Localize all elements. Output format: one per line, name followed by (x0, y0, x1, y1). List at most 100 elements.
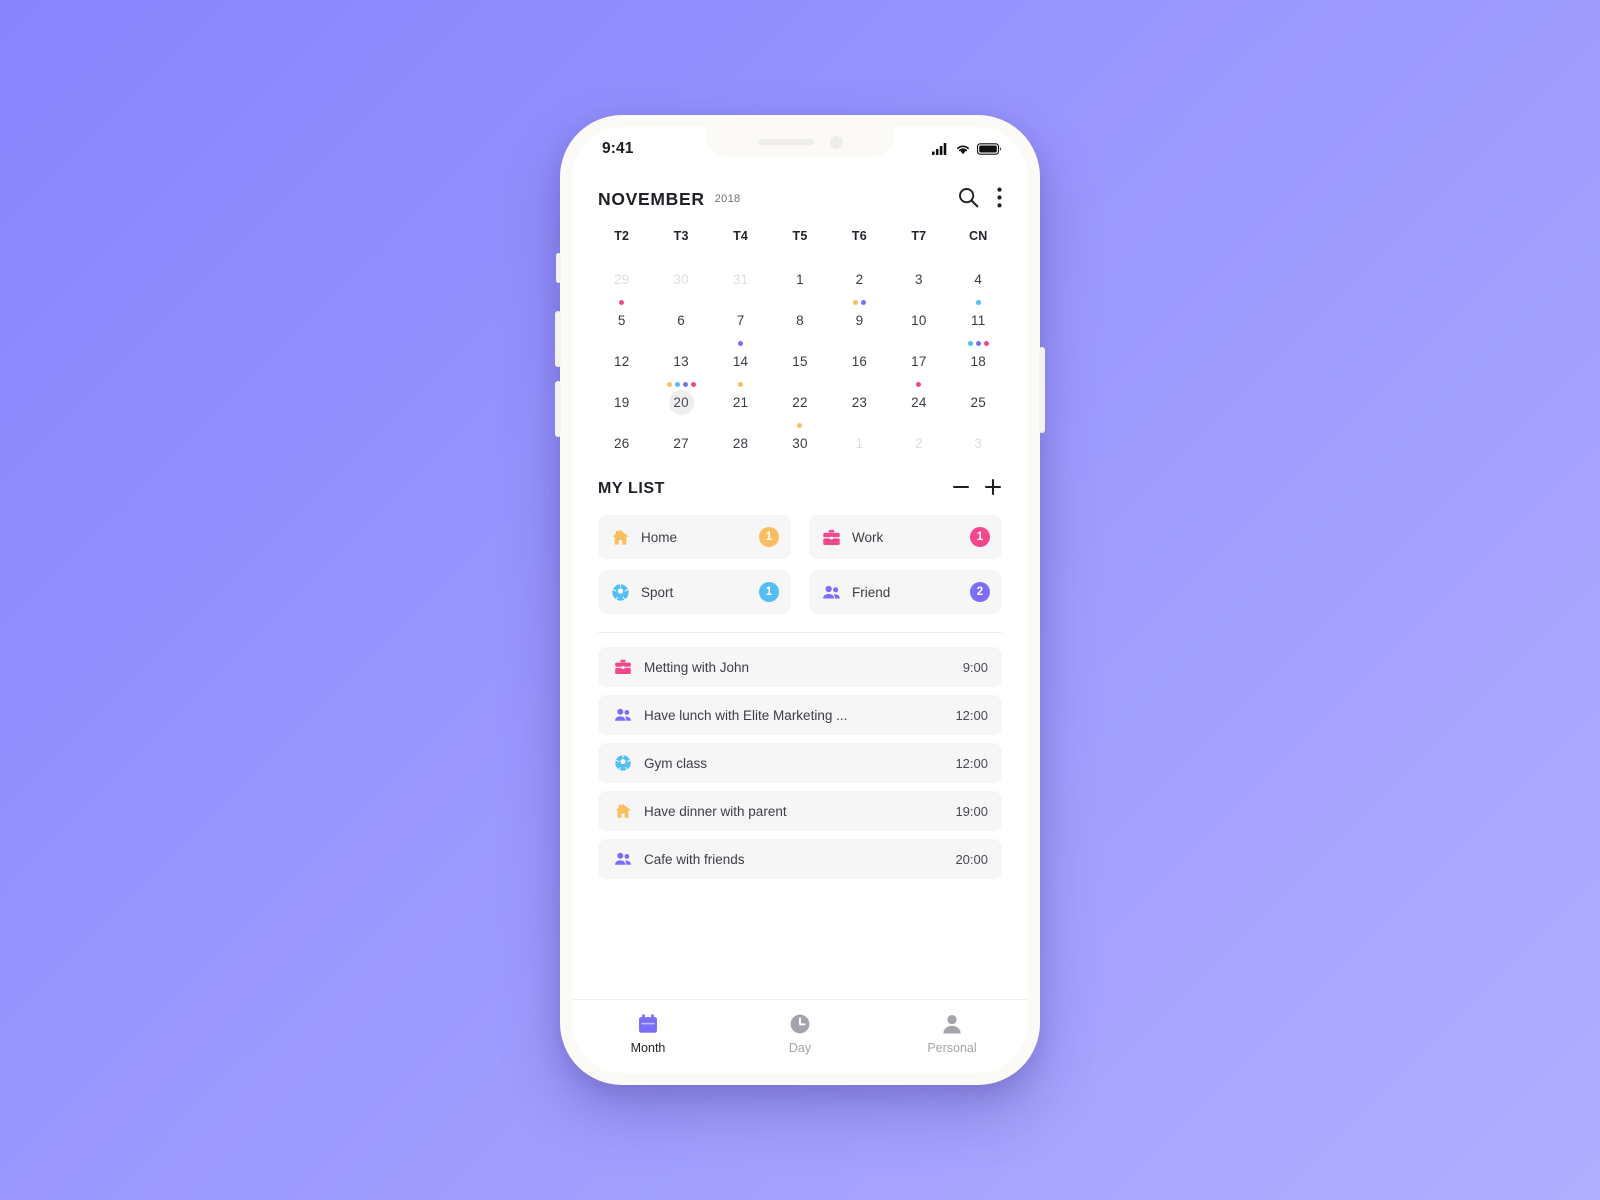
event-dot (690, 381, 696, 387)
calendar-day-cell[interactable]: 5 (592, 292, 651, 333)
nav-item-day[interactable]: Day (724, 1013, 876, 1055)
category-card-home[interactable]: Home 1 (598, 515, 791, 559)
day-number: 2 (914, 436, 923, 451)
event-item[interactable]: Have dinner with parent 19:00 (598, 791, 1002, 831)
search-button[interactable] (958, 187, 979, 211)
calendar-day-cell[interactable]: 7 (711, 292, 770, 333)
calendar-day-cell[interactable]: 27 (651, 415, 710, 456)
calendar-day-cell[interactable]: 2 (830, 251, 889, 292)
mylist-actions (952, 478, 1002, 499)
soccer-ball-icon (614, 754, 632, 772)
status-time: 9:41 (602, 140, 634, 157)
event-item[interactable]: Gym class 12:00 (598, 743, 1002, 783)
front-camera (829, 135, 843, 149)
calendar-day-cell[interactable]: 12 (592, 333, 651, 374)
calendar-day-cell[interactable]: 24 (889, 374, 948, 415)
calendar-day-cell[interactable]: 4 (949, 251, 1008, 292)
phone-mockup: 9:41 NOVEMBER 2018 T2 T3 T4 T5 T6 T7 CN … (555, 115, 1045, 1085)
remove-list-button[interactable] (952, 478, 970, 499)
calendar-day-cell[interactable]: 3 (889, 251, 948, 292)
event-list: Metting with John 9:00 Have lunch with Eli… (572, 633, 1028, 999)
day-number: 25 (970, 395, 986, 410)
day-event-dots (852, 298, 866, 306)
day-number: 28 (732, 436, 749, 451)
category-label: Home (641, 529, 678, 545)
day-number: 22 (792, 395, 808, 410)
weekday-label-t3: T3 (673, 229, 689, 243)
day-number: 13 (673, 354, 689, 369)
day-number: 1 (796, 272, 804, 287)
minus-icon (952, 478, 970, 499)
briefcase-icon (614, 658, 632, 676)
calendar-day-grid[interactable]: 29 30 31 1 2 3 4 5 6 7 8 9 10 11 12 13 14 15 16 17 18 19 20 21 2… (572, 247, 1028, 456)
mute-switch[interactable] (556, 253, 561, 283)
calendar-day-cell[interactable]: 30 (651, 251, 710, 292)
calendar-day-cell[interactable]: 21 (711, 374, 770, 415)
calendar-day-cell[interactable]: 25 (949, 374, 1008, 415)
event-dot (975, 299, 981, 305)
event-title: Gym class (644, 755, 708, 771)
event-dot (666, 381, 672, 387)
category-card-friend[interactable]: Friend 2 (809, 570, 1002, 614)
calendar-day-cell[interactable]: 19 (592, 374, 651, 415)
calendar-day-cell[interactable]: 3 (949, 415, 1008, 456)
calendar-day-cell[interactable]: 6 (651, 292, 710, 333)
weekday-label-t5: T5 (792, 229, 808, 243)
calendar-day-cell[interactable]: 13 (651, 333, 710, 374)
day-number: 30 (673, 272, 689, 287)
calendar-day-cell[interactable]: 2 (889, 415, 948, 456)
day-number: 16 (851, 354, 868, 369)
event-dot (860, 299, 866, 305)
category-card-sport[interactable]: Sport 1 (598, 570, 791, 614)
calendar-day-cell[interactable]: 1 (770, 251, 829, 292)
calendar-day-cell[interactable]: 15 (770, 333, 829, 374)
calendar-day-cell[interactable]: 28 (711, 415, 770, 456)
nav-item-month[interactable]: Month (572, 1013, 724, 1055)
nav-item-personal[interactable]: Personal (876, 1013, 1028, 1055)
power-button[interactable] (1039, 347, 1045, 433)
event-item[interactable]: Have lunch with Elite Marketing ... 12:00 (598, 695, 1002, 735)
day-event-dots (797, 421, 803, 429)
add-list-button[interactable] (984, 478, 1002, 499)
category-count-badge: 1 (759, 527, 779, 547)
weekday-row: T2 T3 T4 T5 T6 T7 CN (572, 219, 1028, 247)
nav-label: Personal (927, 1040, 977, 1055)
mylist-header: MY LIST (572, 456, 1028, 499)
calendar-day-cell[interactable]: 20 (651, 374, 710, 415)
event-item[interactable]: Metting with John 9:00 (598, 647, 1002, 687)
calendar-day-cell[interactable]: 11 (949, 292, 1008, 333)
calendar-day-cell[interactable]: 9 (830, 292, 889, 333)
category-card-work[interactable]: Work 1 (809, 515, 1002, 559)
calendar-day-cell[interactable]: 31 (711, 251, 770, 292)
calendar-day-cell[interactable]: 17 (889, 333, 948, 374)
event-item[interactable]: Cafe with friends 20:00 (598, 839, 1002, 879)
calendar-day-cell[interactable]: 26 (592, 415, 651, 456)
day-number: 2 (855, 272, 864, 287)
calendar-day-cell[interactable]: 29 (592, 251, 651, 292)
day-number: 4 (974, 272, 983, 287)
day-number: 21 (732, 395, 749, 410)
weekday-label-t7: T7 (911, 229, 927, 243)
volume-down-button[interactable] (555, 381, 561, 437)
calendar-day-cell[interactable]: 18 (949, 333, 1008, 374)
day-number: 23 (851, 395, 868, 410)
day-event-dots (738, 380, 744, 388)
search-icon (958, 187, 979, 211)
calendar-day-cell[interactable]: 16 (830, 333, 889, 374)
more-options-button[interactable] (997, 187, 1002, 211)
volume-up-button[interactable] (555, 311, 561, 367)
status-icons (932, 143, 1002, 155)
calendar-day-cell[interactable]: 22 (770, 374, 829, 415)
calendar-day-cell[interactable]: 14 (711, 333, 770, 374)
calendar-day-cell[interactable]: 10 (889, 292, 948, 333)
calendar-day-cell[interactable]: 30 (770, 415, 829, 456)
battery-icon (977, 143, 1002, 155)
notch (706, 127, 894, 157)
home-icon (614, 802, 632, 820)
calendar-day-cell[interactable]: 23 (830, 374, 889, 415)
calendar-day-cell[interactable]: 8 (770, 292, 829, 333)
day-number: 14 (732, 354, 749, 369)
day-number: 29 (613, 272, 630, 287)
calendar-day-cell[interactable]: 1 (830, 415, 889, 456)
event-dot (738, 381, 744, 387)
